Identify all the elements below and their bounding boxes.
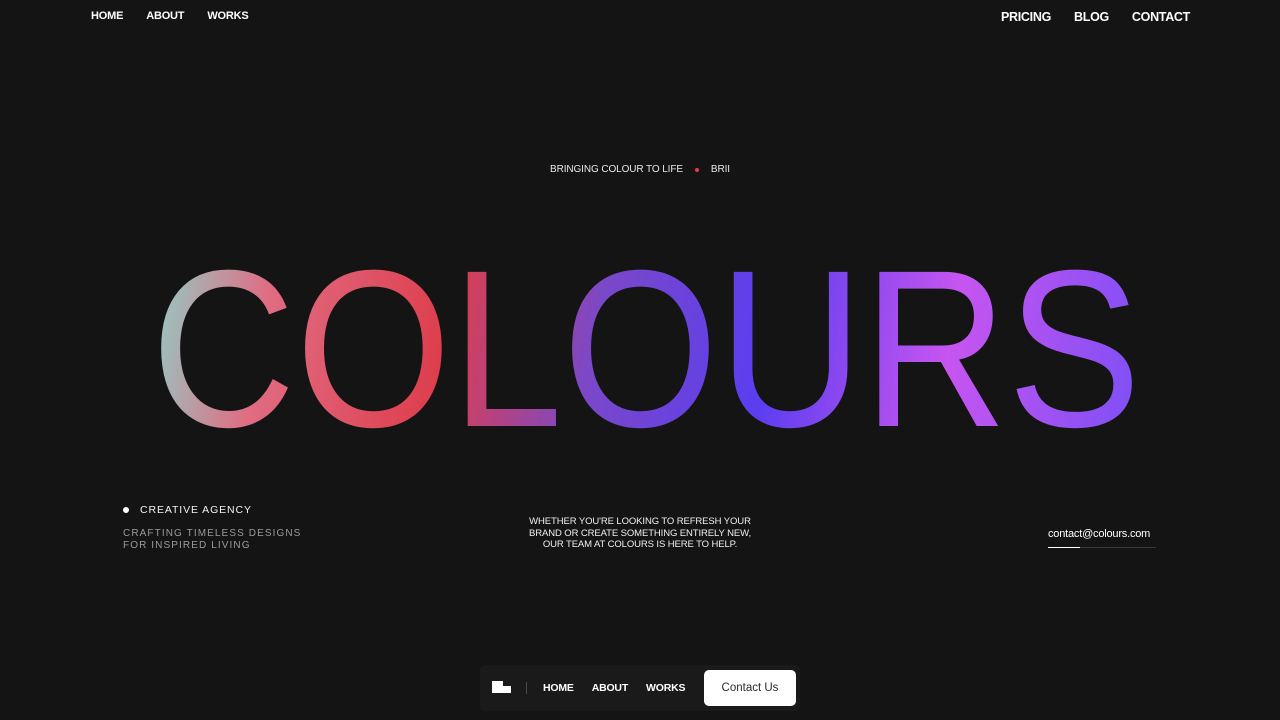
nav-link-about[interactable]: ABOUT	[146, 10, 184, 22]
agency-title: CREATIVE AGENCY	[140, 504, 252, 516]
contact-email-block: contact@colours.com	[1048, 528, 1158, 548]
page: HOME ABOUT WORKS PRICING BLOG CONTACT BR…	[0, 0, 1280, 720]
agency-subtitle: CRAFTING TIMELESS DESIGNS FOR INSPIRED L…	[123, 528, 302, 551]
floating-nav-home[interactable]: HOME	[543, 682, 574, 694]
floating-nav-about[interactable]: ABOUT	[592, 682, 629, 694]
logo-block-right	[502, 686, 511, 693]
contact-us-button[interactable]: Contact Us	[704, 670, 796, 706]
nav-link-home[interactable]: HOME	[91, 10, 123, 22]
contact-email-link[interactable]: contact@colours.com	[1048, 528, 1158, 540]
floating-nav-bar: HOME ABOUT WORKS Contact Us	[480, 665, 800, 711]
agency-info: CREATIVE AGENCY CRAFTING TIMELESS DESIGN…	[123, 504, 301, 551]
agency-bullet	[123, 507, 129, 513]
hero-word: COLOURS	[151, 242, 1141, 452]
nav-link-works[interactable]: WORKS	[207, 10, 248, 22]
bar-divider	[526, 682, 527, 694]
floating-nav-works[interactable]: WORKS	[646, 682, 685, 694]
tagline-marquee-text: BRII	[710, 164, 730, 175]
email-underline	[1048, 547, 1156, 548]
hero-tagline: BRINGING COLOUR TO LIFE BRII	[0, 164, 1280, 175]
email-underline-fill	[1048, 547, 1081, 548]
top-nav-left: HOME ABOUT WORKS	[91, 10, 249, 22]
tagline-dot	[694, 167, 699, 172]
floating-nav-links: HOME ABOUT WORKS	[543, 682, 685, 694]
agency-title-row: CREATIVE AGENCY	[123, 504, 301, 516]
tagline-text: BRINGING COLOUR TO LIFE	[550, 164, 683, 175]
hero-heading: COLOURS	[0, 242, 1280, 452]
hero-heading-svg: COLOURS	[151, 242, 1141, 452]
nav-link-pricing[interactable]: PRICING	[1001, 10, 1051, 24]
nav-link-contact[interactable]: CONTACT	[1132, 10, 1190, 24]
nav-link-blog[interactable]: BLOG	[1074, 10, 1109, 24]
hero-blurb: WHETHER YOU'RE LOOKING TO REFRESH YOUR B…	[528, 516, 752, 550]
top-nav-right: PRICING BLOG CONTACT	[1001, 10, 1190, 24]
colours-logo-icon[interactable]	[492, 681, 512, 695]
top-nav: HOME ABOUT WORKS PRICING BLOG CONTACT	[0, 0, 1280, 32]
